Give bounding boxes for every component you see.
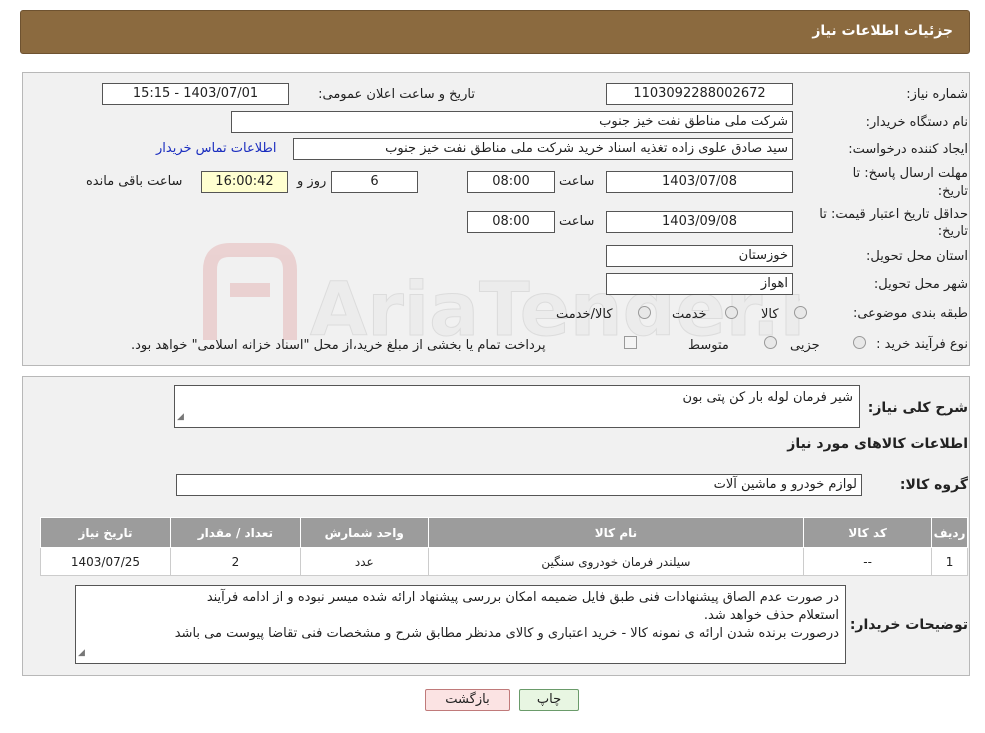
province-field: خوزستان	[606, 245, 793, 267]
validity-label-2: تاریخ:	[937, 224, 968, 239]
need-number-field: 1103092288002672	[606, 83, 793, 105]
items-table: ردیف کد کالا نام کالا واحد شمارش تعداد /…	[40, 517, 968, 576]
col-item-name: نام کالا	[427, 517, 805, 548]
table-row[interactable]: 1 -- سیلندر فرمان خودروی سنگین عدد 2 140…	[40, 547, 968, 576]
purchase-minor-radio[interactable]	[853, 336, 866, 349]
buyer-notes-line-2: استعلام حذف خواهد شد.	[703, 608, 839, 623]
category-label: طبقه بندی موضوعی:	[852, 306, 968, 321]
treasury-payment-checkbox[interactable]	[624, 336, 637, 349]
deadline-time-label: ساعت	[559, 174, 595, 189]
days-field: 6	[331, 171, 418, 193]
category-goods-radio[interactable]	[794, 306, 807, 319]
cell-item-name: سیلندر فرمان خودروی سنگین	[427, 547, 805, 576]
table-header-row: ردیف کد کالا نام کالا واحد شمارش تعداد /…	[40, 517, 968, 548]
category-service-radio[interactable]	[725, 306, 738, 319]
cell-unit: عدد	[299, 547, 429, 576]
category-goods-label: کالا	[761, 307, 779, 322]
items-section-title: اطلاعات کالاهای مورد نیاز	[787, 436, 968, 452]
city-label: شهر محل تحویل:	[873, 277, 968, 292]
resize-grip-icon[interactable]: ◢	[78, 644, 85, 662]
creator-field: سید صادق علوی زاده تغذیه اسناد خرید شرکت…	[293, 138, 793, 160]
deadline-time-field: 08:00	[467, 171, 555, 193]
purchase-medium-label: متوسط	[688, 338, 729, 353]
page-header: جزئیات اطلاعات نیاز	[20, 10, 970, 54]
validity-time-label: ساعت	[559, 214, 595, 229]
creator-label: ایجاد کننده درخواست:	[848, 142, 968, 157]
deadline-label-2: تاریخ:	[937, 184, 968, 199]
need-number-label: شماره نیاز:	[906, 87, 968, 102]
province-label: استان محل تحویل:	[866, 249, 968, 264]
purchase-minor-label: جزیی	[790, 338, 820, 353]
buyer-org-label: نام دستگاه خریدار:	[865, 115, 968, 130]
buyer-notes-line-3: درصورت برنده شدن ارائه ی نمونه کالا - خر…	[174, 626, 839, 641]
purchase-medium-radio[interactable]	[764, 336, 777, 349]
back-button[interactable]: بازگشت	[425, 689, 510, 711]
announce-field: 1403/07/01 - 15:15	[102, 83, 289, 105]
category-service-label: خدمت	[672, 307, 707, 322]
summary-text: شیر فرمان لوله بار کن پتی بون	[682, 390, 853, 405]
treasury-payment-note: پرداخت تمام یا بخشی از مبلغ خرید،از محل …	[131, 338, 546, 353]
group-label: گروه کالا:	[899, 477, 968, 493]
buyer-notes-line-1: در صورت عدم الصاق پیشنهادات فنی طبق فایل…	[206, 590, 839, 605]
col-quantity: تعداد / مقدار	[169, 517, 301, 548]
print-button[interactable]: چاپ	[519, 689, 579, 711]
deadline-label: مهلت ارسال پاسخ: تا	[852, 166, 968, 181]
purchase-type-label: نوع فرآیند خرید :	[876, 337, 968, 352]
remaining-label: ساعت باقی مانده	[86, 174, 183, 189]
col-row-number: ردیف	[931, 517, 968, 548]
cell-need-date: 1403/07/25	[40, 547, 171, 576]
deadline-date-field: 1403/07/08	[606, 171, 793, 193]
buyer-contact-link[interactable]: اطلاعات تماس خریدار	[156, 141, 276, 156]
cell-item-code: --	[803, 547, 933, 576]
col-need-date: تاریخ نیاز	[40, 517, 171, 548]
summary-textarea: شیر فرمان لوله بار کن پتی بون ◢	[174, 385, 860, 428]
city-field: اهواز	[606, 273, 793, 295]
cell-quantity: 2	[169, 547, 301, 576]
buyer-notes-label: توضیحات خریدار:	[849, 617, 968, 633]
resize-grip-icon[interactable]: ◢	[177, 409, 184, 426]
col-unit: واحد شمارش	[299, 517, 429, 548]
buyer-org-field: شرکت ملی مناطق نفت خیز جنوب	[231, 111, 793, 133]
summary-label: شرح کلی نیاز:	[867, 400, 968, 416]
buyer-notes-textarea: در صورت عدم الصاق پیشنهادات فنی طبق فایل…	[75, 585, 846, 664]
validity-label: حداقل تاریخ اعتبار قیمت: تا	[819, 207, 968, 222]
page-title: جزئیات اطلاعات نیاز	[812, 23, 953, 39]
remaining-time-field: 16:00:42	[201, 171, 288, 193]
category-both-radio[interactable]	[638, 306, 651, 319]
col-item-code: کد کالا	[803, 517, 933, 548]
validity-date-field: 1403/09/08	[606, 211, 793, 233]
group-field: لوازم خودرو و ماشین آلات	[176, 474, 862, 496]
days-label: روز و	[297, 174, 327, 189]
category-both-label: کالا/خدمت	[556, 307, 613, 322]
cell-row-number: 1	[931, 547, 968, 576]
announce-label: تاریخ و ساعت اعلان عمومی:	[318, 87, 475, 102]
validity-time-field: 08:00	[467, 211, 555, 233]
